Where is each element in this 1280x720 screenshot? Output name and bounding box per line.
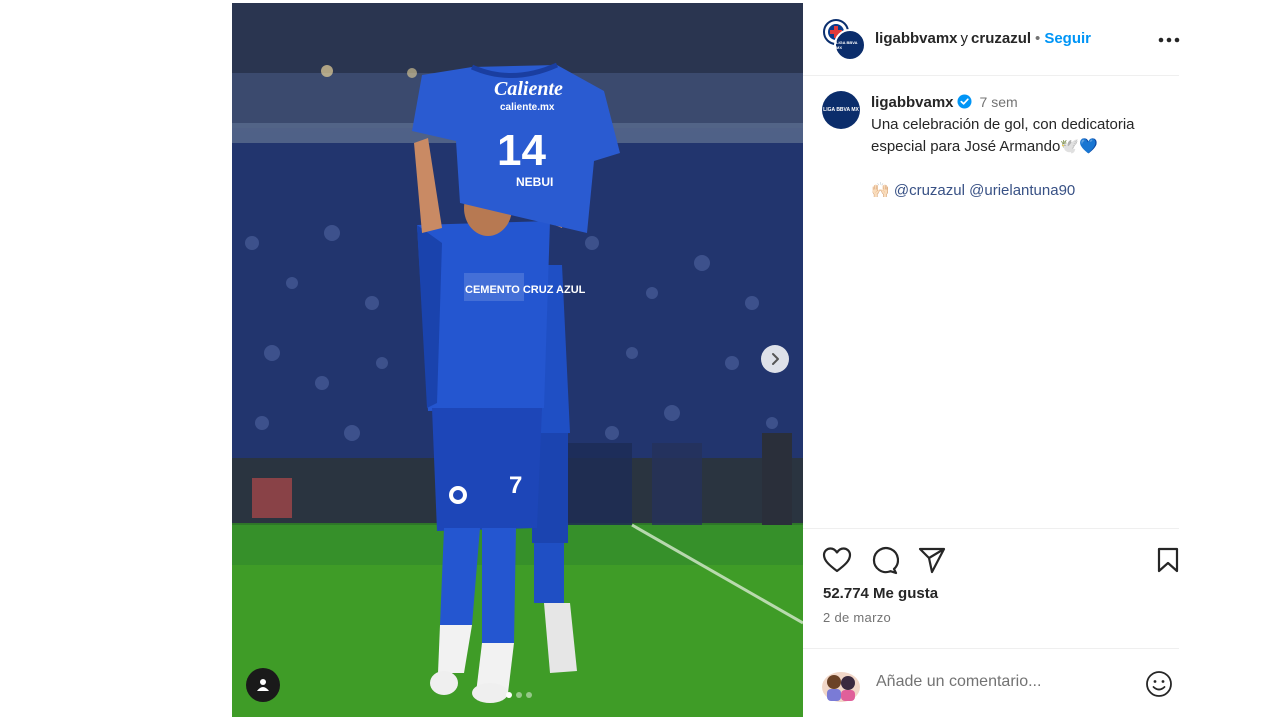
caption-emoji: 🙌🏻 [871, 182, 890, 199]
post-photo: CEMENTO CRUZ AZUL 7 Caliente caliente.mx… [232, 3, 803, 717]
jersey-number: 14 [497, 126, 546, 175]
caption-body: ligabbvamx 7 sem Una celebración de gol,… [871, 91, 1161, 202]
shirt-sponsor: CEMENTO CRUZ AZUL [465, 284, 586, 296]
player-number: 7 [509, 472, 522, 499]
post-side-panel: LIGA BBVA MX ligabbvamx y cruzazul • Seguir … [803, 3, 1182, 718]
caption-area: LIGA BBVA MX ligabbvamx 7 sem Una celebr… [803, 75, 1179, 529]
collab-avatars[interactable]: LIGA BBVA MX [821, 17, 867, 63]
caption-mentions: 🙌🏻 @cruzazul @urielantuna90 [871, 180, 1161, 202]
comment-icon [872, 547, 899, 575]
more-options-icon [1158, 37, 1180, 43]
next-photo-button[interactable] [761, 345, 789, 373]
bookmark-icon [1157, 547, 1179, 573]
caption-time[interactable]: 7 sem [980, 94, 1018, 110]
emoji-button[interactable] [1144, 669, 1174, 699]
carousel-dot [516, 692, 522, 698]
liga-logo-text: LIGA BBVA MX [823, 107, 859, 113]
comment-button[interactable] [867, 543, 901, 577]
avatar-ligabbvamx[interactable]: LIGA BBVA MX [834, 29, 866, 61]
caption-username[interactable]: ligabbvamx [871, 94, 954, 111]
heart-icon [822, 547, 852, 573]
like-count[interactable]: 52.774 Me gusta [823, 585, 938, 602]
follow-button[interactable]: Seguir [1044, 30, 1091, 47]
tagged-users-button[interactable] [246, 668, 280, 702]
chevron-right-icon [772, 353, 779, 365]
carousel-dot [526, 692, 532, 698]
author-joiner: y [960, 30, 969, 47]
post-authors: ligabbvamx y cruzazul • Seguir [875, 30, 1091, 47]
user-tag-icon [257, 679, 269, 691]
share-button[interactable] [915, 543, 949, 577]
post-actions [803, 543, 1179, 579]
post-header: LIGA BBVA MX ligabbvamx y cruzazul • Seguir [803, 3, 1182, 76]
post-media[interactable]: CEMENTO CRUZ AZUL 7 Caliente caliente.mx… [232, 3, 803, 717]
save-button[interactable] [1151, 543, 1185, 577]
mention-cruzazul[interactable]: @cruzazul [894, 182, 965, 199]
jersey-sponsor-sub: caliente.mx [500, 102, 555, 113]
carousel-dot [506, 692, 512, 698]
author-link-cruzazul[interactable]: cruzazul [971, 30, 1031, 47]
carousel-indicator [506, 692, 532, 698]
jersey-sponsor: Caliente [494, 78, 563, 100]
comment-input[interactable] [876, 673, 1126, 691]
author-link-ligabbvamx[interactable]: ligabbvamx [875, 30, 958, 47]
more-options-button[interactable] [1156, 27, 1182, 53]
like-button[interactable] [820, 543, 854, 577]
smiley-icon [1146, 671, 1172, 697]
mention-urielantuna90[interactable]: @urielantuna90 [969, 182, 1075, 199]
caption-avatar[interactable]: LIGA BBVA MX [822, 91, 860, 129]
send-icon [918, 547, 946, 574]
jersey-name: NEBUI [516, 175, 553, 189]
comment-bar [803, 648, 1179, 718]
separator-dot: • [1035, 30, 1041, 47]
caption-text: Una celebración de gol, con dedicatoria … [871, 116, 1135, 155]
post-date[interactable]: 2 de marzo [823, 610, 891, 625]
verified-badge-icon [957, 94, 972, 109]
liga-logo-text: LIGA BBVA MX [836, 40, 858, 50]
viewer-avatar-icon [822, 672, 860, 702]
viewer-avatar [821, 665, 861, 703]
